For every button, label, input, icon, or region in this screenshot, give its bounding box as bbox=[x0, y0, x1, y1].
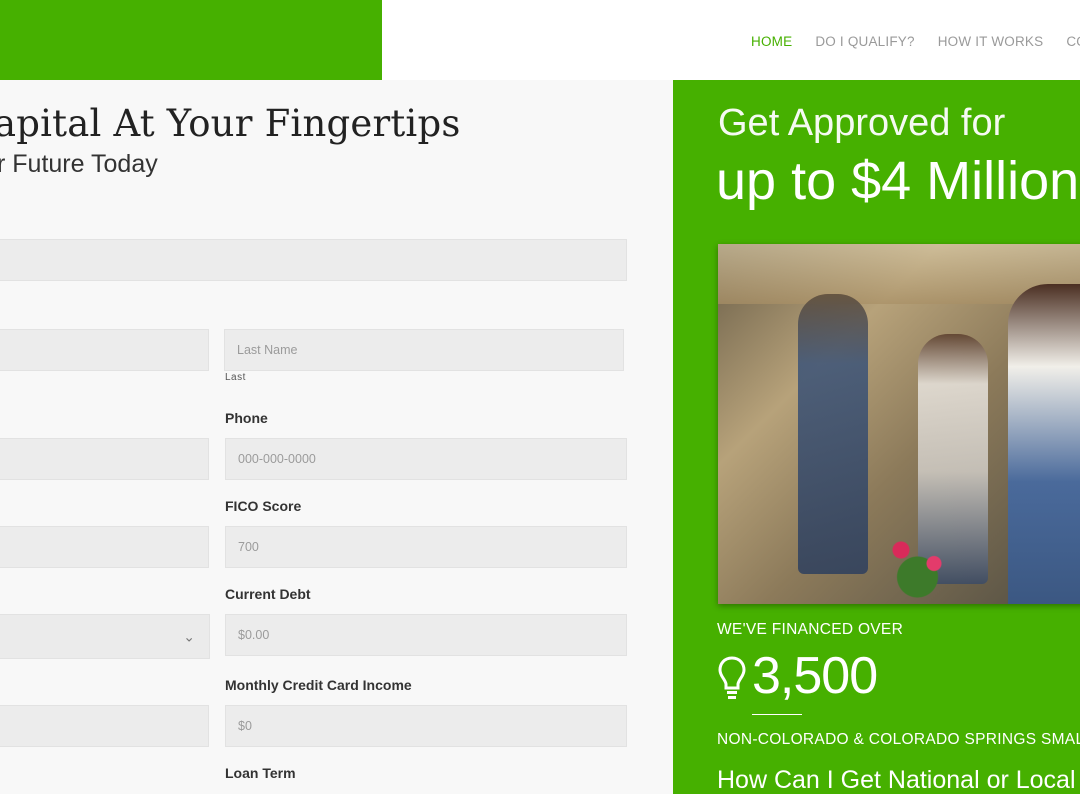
application-form-section: apital At Your Fingertips r Future Today… bbox=[0, 80, 673, 794]
page-subtitle: r Future Today bbox=[0, 150, 158, 178]
financed-count: 3,500 bbox=[752, 647, 878, 705]
business-name-input[interactable] bbox=[0, 239, 627, 281]
promo-panel: Get Approved for up to $4 Million WE'VE … bbox=[673, 80, 1080, 794]
photo-person-left bbox=[798, 294, 868, 574]
nav-how-it-works[interactable]: HOW IT WORKS bbox=[938, 34, 1044, 49]
email-input[interactable] bbox=[0, 438, 209, 480]
chevron-down-icon: ⌄ bbox=[183, 628, 195, 644]
left-select[interactable]: ⌄ bbox=[0, 614, 210, 659]
fico-score-input[interactable]: 700 bbox=[225, 526, 627, 568]
page-title: apital At Your Fingertips bbox=[0, 102, 461, 145]
nav-home[interactable]: HOME bbox=[751, 34, 792, 49]
monthly-cc-income-placeholder: $0 bbox=[238, 719, 252, 733]
promo-heading-line1: Get Approved for bbox=[718, 102, 1006, 144]
main-nav: HOME DO I QUALIFY? HOW IT WORKS CONT bbox=[751, 34, 1080, 49]
lightbulb-icon bbox=[718, 656, 746, 699]
monthly-cc-income-input[interactable]: $0 bbox=[225, 705, 627, 747]
first-name-input[interactable] bbox=[0, 329, 209, 371]
locations-text: NON-COLORADO & COLORADO SPRINGS SMAL bbox=[717, 731, 1080, 748]
photo-flowers bbox=[868, 514, 978, 604]
current-debt-input[interactable]: $0.00 bbox=[225, 614, 627, 656]
phone-input[interactable]: 000-000-0000 bbox=[225, 438, 627, 480]
promo-question: How Can I Get National or Local C bbox=[717, 766, 1080, 794]
monthly-cc-income-label: Monthly Credit Card Income bbox=[225, 677, 412, 693]
storefront-photo bbox=[718, 244, 1080, 604]
loan-term-label: Loan Term bbox=[225, 765, 296, 781]
last-name-sublabel: Last bbox=[225, 372, 246, 383]
promo-heading-line2: up to $4 Million bbox=[716, 151, 1080, 211]
fico-placeholder: 700 bbox=[238, 540, 259, 554]
phone-label: Phone bbox=[225, 410, 268, 426]
count-underline bbox=[752, 714, 802, 715]
logo-block[interactable] bbox=[0, 0, 382, 80]
nav-do-i-qualify[interactable]: DO I QUALIFY? bbox=[815, 34, 914, 49]
phone-placeholder: 000-000-0000 bbox=[238, 452, 316, 466]
last-name-input[interactable]: Last Name bbox=[224, 329, 624, 371]
photo-person-right bbox=[1008, 284, 1080, 604]
left-input-row6[interactable] bbox=[0, 705, 209, 747]
nav-contact[interactable]: CONT bbox=[1066, 34, 1080, 49]
fico-score-label: FICO Score bbox=[225, 498, 302, 514]
financed-label: WE'VE FINANCED OVER bbox=[717, 621, 904, 638]
current-debt-label: Current Debt bbox=[225, 586, 311, 602]
current-debt-placeholder: $0.00 bbox=[238, 628, 270, 642]
left-input-row4[interactable] bbox=[0, 526, 209, 568]
last-name-placeholder: Last Name bbox=[237, 343, 298, 357]
